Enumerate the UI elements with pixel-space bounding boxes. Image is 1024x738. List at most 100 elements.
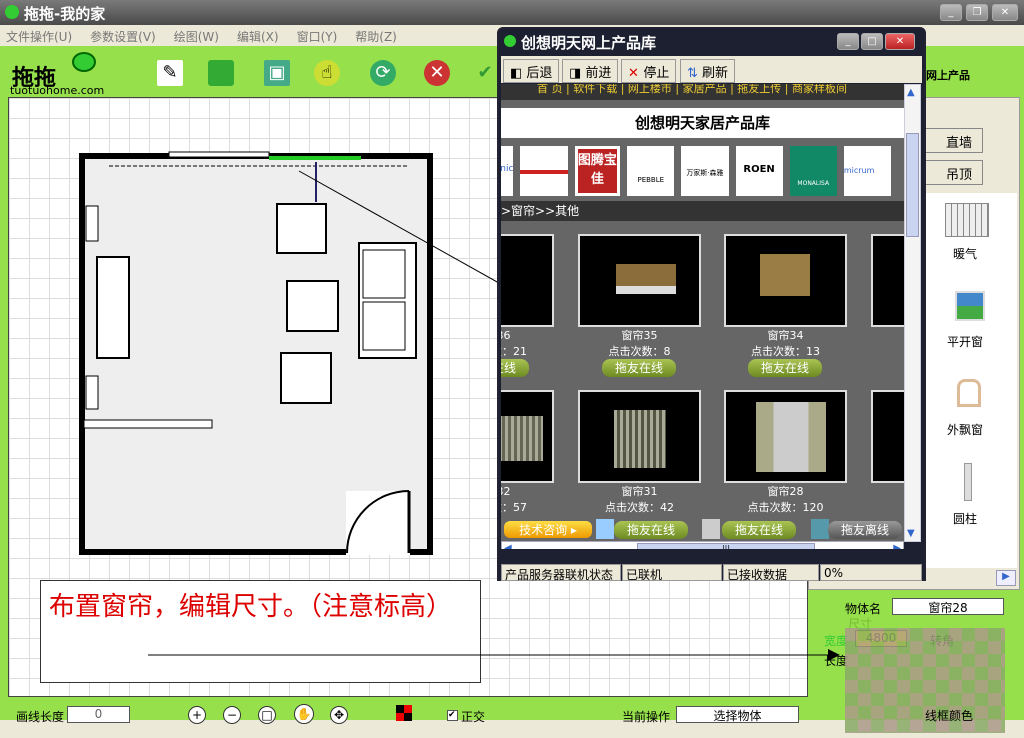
radiator-icon — [945, 203, 989, 237]
status-connected: 已联机 — [622, 564, 722, 582]
annotation-arrow — [148, 649, 840, 661]
move-icon[interactable]: ✥ — [330, 706, 348, 724]
window-title: 拖拖-我的家 — [24, 5, 106, 23]
brand-logo[interactable]: micrum — [843, 146, 891, 196]
menu-edit[interactable]: 编辑(X) — [237, 28, 279, 44]
product-card[interactable]: 窗帘31 点击次数：42 — [578, 390, 701, 515]
scroll-right-icon[interactable]: ▶ — [893, 543, 901, 549]
horizontal-scrollbar[interactable]: ||| ◀ ▶ — [501, 541, 904, 549]
product-thumbnail[interactable] — [578, 234, 701, 327]
menu-draw[interactable]: 绘图(W) — [174, 28, 219, 44]
close-button[interactable]: ✕ — [992, 4, 1018, 21]
product-card[interactable] — [871, 390, 904, 483]
product-library-window: 创想明天网上产品库 _ □ ✕ ◧ 后退 ◨ 前进 ✕ 停止 ⇅ 刷新 首 页 … — [497, 27, 926, 582]
brand-logo[interactable]: nic — [501, 146, 514, 196]
delete-icon[interactable]: ✕ — [424, 60, 450, 86]
tech-consult-button[interactable]: 技术咨询 ▸ — [504, 521, 592, 538]
new-doc-icon[interactable]: ✎ — [157, 60, 183, 86]
menu-window[interactable]: 窗口(Y) — [297, 28, 338, 44]
fit-view-icon[interactable]: □ — [258, 706, 276, 724]
open-book-icon[interactable] — [208, 60, 234, 86]
library-heading: 创想明天家居产品库 — [501, 108, 904, 138]
ceiling-button[interactable]: 吊顶 — [925, 160, 983, 185]
scroll-up-icon[interactable]: ▲ — [907, 87, 915, 98]
user-offline-button[interactable]: 拖友离线 — [828, 521, 902, 539]
straight-wall-button[interactable]: 直墙 — [925, 128, 983, 153]
product-card[interactable]: 窗帘28 点击次数：120 — [724, 390, 847, 515]
item-casement-window[interactable]: 平开窗 — [925, 333, 1005, 350]
user-online-button[interactable]: 拖友在线 — [614, 521, 688, 539]
minimize-button[interactable]: _ — [940, 4, 962, 21]
menu-help[interactable]: 帮助(Z) — [355, 28, 397, 44]
stop-button[interactable]: ✕ 停止 — [621, 59, 677, 83]
vertical-scrollbar[interactable]: ▲ ▼ — [904, 84, 921, 542]
scroll-thumb[interactable]: ||| — [637, 543, 815, 549]
save-icon[interactable]: ▣ — [264, 60, 290, 86]
popup-minimize-button[interactable]: _ — [837, 33, 859, 50]
brand-logo[interactable]: ROEN — [735, 146, 783, 196]
column-icon — [964, 463, 972, 501]
current-op-field: 选择物体 — [676, 706, 799, 723]
site-nav[interactable]: 首 页 | 软件下载 | 网上楼市 | 家居产品 | 拖友上传 | 商家样板间 — [501, 84, 904, 100]
line-length-label: 画线长度 — [16, 710, 65, 724]
line-length-field[interactable]: 0 — [67, 706, 130, 723]
frame-color-label: 线框颜色 — [925, 709, 974, 723]
bay-window-icon — [957, 379, 981, 407]
popup-title: 创想明天网上产品库 — [521, 34, 657, 52]
color-picker-icon[interactable] — [396, 705, 412, 721]
avatar — [811, 519, 829, 539]
check-icon[interactable]: ✔ — [472, 60, 498, 86]
refresh-button[interactable]: ⇅ 刷新 — [680, 59, 736, 83]
product-card[interactable] — [871, 234, 904, 327]
refresh-icon[interactable]: ⟳ — [370, 60, 396, 86]
ortho-label: 正交 — [461, 710, 486, 724]
back-icon: ◧ — [510, 66, 527, 81]
product-card[interactable]: 窗帘35 点击次数：8 拖友在线 — [578, 234, 701, 377]
brand-logo[interactable]: MONALISA — [789, 146, 837, 196]
item-radiator[interactable]: 暖气 — [925, 245, 1005, 262]
object-name-field[interactable]: 窗帘28 — [892, 598, 1004, 615]
pan-hand-icon[interactable]: ✋ — [294, 704, 314, 724]
back-button[interactable]: ◧ 后退 — [503, 59, 560, 83]
product-thumbnail[interactable] — [501, 234, 554, 327]
product-thumbnail[interactable] — [724, 390, 847, 483]
popup-close-button[interactable]: ✕ — [885, 33, 915, 50]
product-card[interactable]: 窗帘36点击次数：21拖友在线 — [501, 234, 554, 377]
product-thumbnail[interactable] — [578, 390, 701, 483]
scroll-left-icon[interactable]: ◀ — [504, 543, 512, 549]
product-card[interactable]: 窗帘32点击次数：57 — [501, 390, 554, 515]
pointer-icon[interactable]: ☝ — [314, 60, 340, 86]
product-card[interactable]: 窗帘34 点击次数：13 拖友在线 — [724, 234, 847, 377]
product-thumbnail[interactable] — [724, 234, 847, 327]
popup-maximize-button[interactable]: □ — [861, 33, 883, 50]
restore-button[interactable]: ❐ — [966, 4, 988, 21]
current-op-label: 当前操作 — [622, 710, 671, 724]
brand-logo[interactable]: PEBBLE — [627, 146, 675, 196]
brand-logo[interactable]: 图腾宝佳 — [574, 146, 621, 196]
item-column[interactable]: 圆柱 — [925, 510, 1005, 527]
forward-button[interactable]: ◨ 前进 — [562, 59, 619, 83]
title-bar: 拖拖-我的家 — [0, 0, 1024, 25]
ortho-checkbox[interactable]: ✔ — [447, 710, 458, 721]
menu-settings[interactable]: 参数设置(V) — [90, 28, 156, 44]
status-server-label: 产品服务器联机状态 — [501, 564, 621, 582]
item-bay-window[interactable]: 外飘窗 — [925, 421, 1005, 438]
popup-icon — [504, 35, 516, 47]
casement-window-icon — [955, 291, 985, 321]
logo: 拖拖 tuotuohome.com — [10, 52, 110, 97]
zoom-out-icon[interactable]: − — [223, 706, 241, 724]
zoom-in-icon[interactable]: + — [188, 706, 206, 724]
user-online-button[interactable]: 拖友在线 — [722, 521, 796, 539]
right-panel-header: 网上产品 — [922, 47, 1020, 97]
brand-logo[interactable] — [520, 146, 568, 196]
scroll-right-icon[interactable]: ▶ — [996, 570, 1016, 586]
brand-logo[interactable]: 万家斯·森雅 — [681, 146, 729, 196]
avatar — [702, 519, 720, 539]
product-thumbnail[interactable] — [501, 390, 554, 483]
scroll-down-icon[interactable]: ▼ — [907, 528, 915, 539]
brand-strip: nic 图腾宝佳 PEBBLE 万家斯·森雅 ROEN MONALISA mic… — [501, 146, 891, 196]
refresh-page-icon: ⇅ — [687, 66, 703, 81]
scroll-thumb[interactable] — [906, 133, 919, 237]
menu-file[interactable]: 文件操作(U) — [6, 28, 72, 44]
status-received: 已接收数据 — [723, 564, 819, 582]
